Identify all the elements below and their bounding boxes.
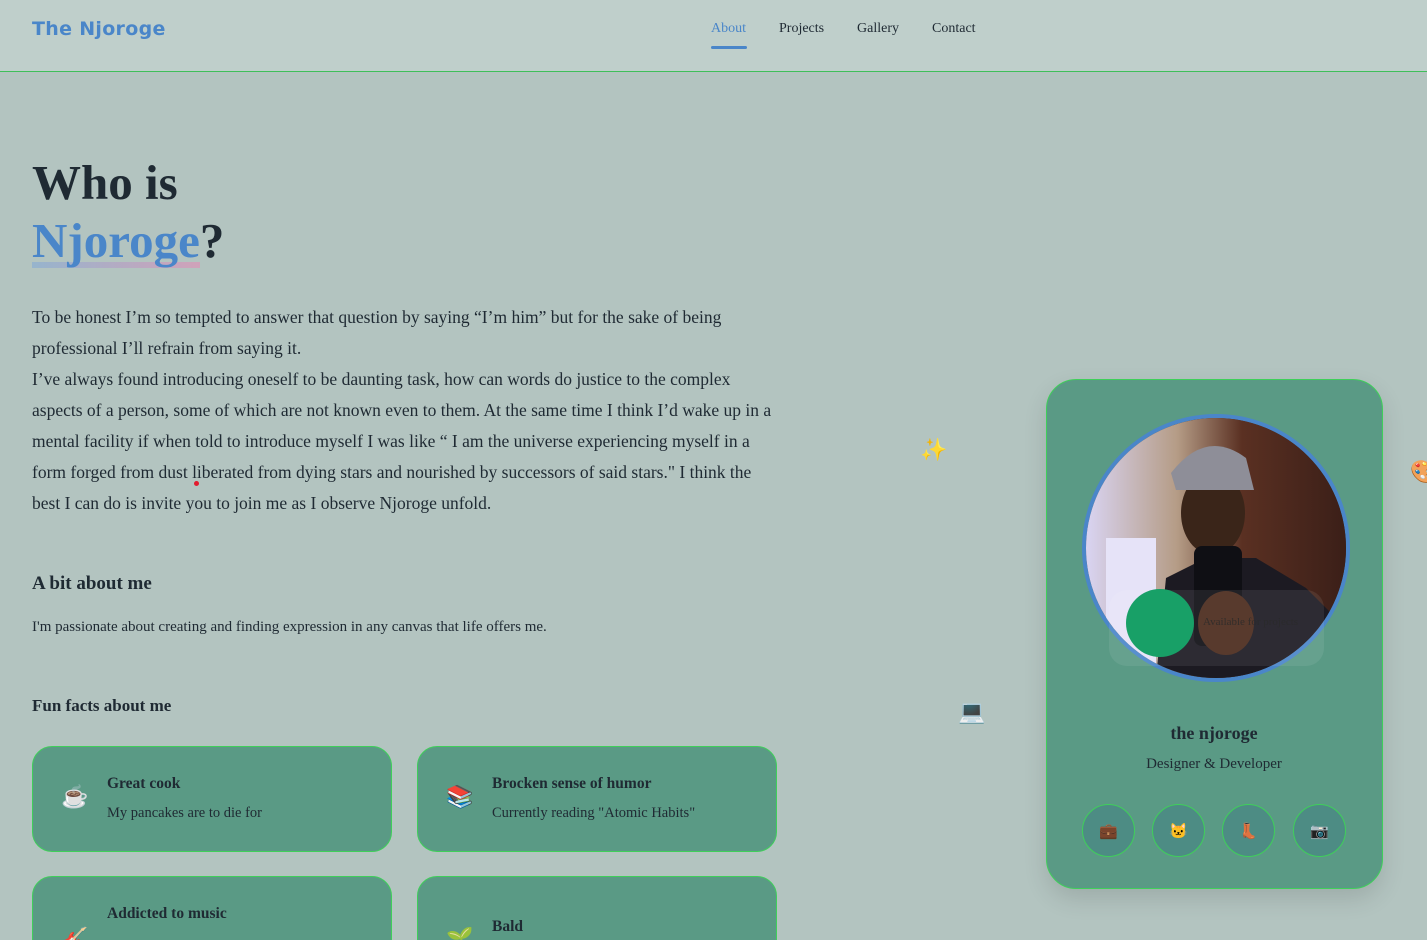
fact-title: Addicted to music xyxy=(107,905,227,922)
briefcase-icon: 💼 xyxy=(1099,821,1118,840)
title-line-1: Who is xyxy=(32,155,178,210)
computer-icon: 💻 xyxy=(958,700,986,725)
camera-icon: 📷 xyxy=(1310,821,1329,840)
facts-heading: Fun facts about me xyxy=(32,696,172,715)
brand-logo[interactable]: The Njoroge xyxy=(32,18,166,40)
profile-name: the njoroge xyxy=(1170,723,1258,743)
fact-card: 🎸 Addicted to music xyxy=(32,876,392,940)
cursor-dot xyxy=(194,481,199,486)
fact-card: 📚 Brocken sense of humor Currently readi… xyxy=(417,746,777,852)
title-name: Njoroge xyxy=(32,213,200,268)
palette-icon: 🎨 xyxy=(1410,460,1427,485)
cat-icon: 🐱 xyxy=(1169,821,1188,840)
coffee-icon: ☕ xyxy=(61,785,89,810)
about-heading: A bit about me xyxy=(32,573,152,594)
availability-text: Available for projects xyxy=(1203,616,1299,628)
status-indicator xyxy=(1126,589,1194,657)
title-qmark: ? xyxy=(199,213,225,268)
fact-title: Brocken sense of humor xyxy=(492,775,652,792)
profile-card: Available for projects the njoroge Desig… xyxy=(1046,379,1383,889)
social-button[interactable]: 📷 xyxy=(1293,804,1346,857)
fact-title: Bald xyxy=(492,918,524,935)
intro-paragraph-1: To be honest I’m so tempted to answer th… xyxy=(32,307,722,358)
music-icon: 🎸 xyxy=(61,927,89,940)
sparkle-icon: ✨ xyxy=(920,438,948,463)
title-line-2: Njoroge? xyxy=(32,212,224,270)
nav-about[interactable]: About xyxy=(711,21,746,37)
fact-card: 🌱 Bald xyxy=(417,876,777,940)
profile-role: Designer & Developer xyxy=(1146,756,1282,772)
social-button[interactable]: 🐱 xyxy=(1152,804,1205,857)
intro-text: To be honest I’m so tempted to answer th… xyxy=(32,302,777,519)
fact-title: Great cook xyxy=(107,775,181,792)
about-text: I'm passionate about creating and findin… xyxy=(32,619,547,635)
sprout-icon: 🌱 xyxy=(446,927,474,940)
boot-icon: 👢 xyxy=(1239,821,1258,840)
nav-gallery[interactable]: Gallery xyxy=(857,21,899,37)
page-title: Who is Njoroge? xyxy=(32,154,224,270)
intro-paragraph-2: I’ve always found introducing oneself to… xyxy=(32,369,772,513)
social-button[interactable]: 👢 xyxy=(1222,804,1275,857)
nav-contact[interactable]: Contact xyxy=(932,21,976,37)
navbar: The Njoroge About Projects Gallery Conta… xyxy=(0,0,1427,72)
nav-projects[interactable]: Projects xyxy=(779,21,824,37)
social-button[interactable]: 💼 xyxy=(1082,804,1135,857)
fact-desc: My pancakes are to die for xyxy=(107,805,263,821)
books-icon: 📚 xyxy=(446,785,474,810)
nav-active-indicator xyxy=(711,46,747,49)
fact-card: ☕ Great cook My pancakes are to die for xyxy=(32,746,392,852)
fact-desc: Currently reading "Atomic Habits" xyxy=(492,805,696,821)
